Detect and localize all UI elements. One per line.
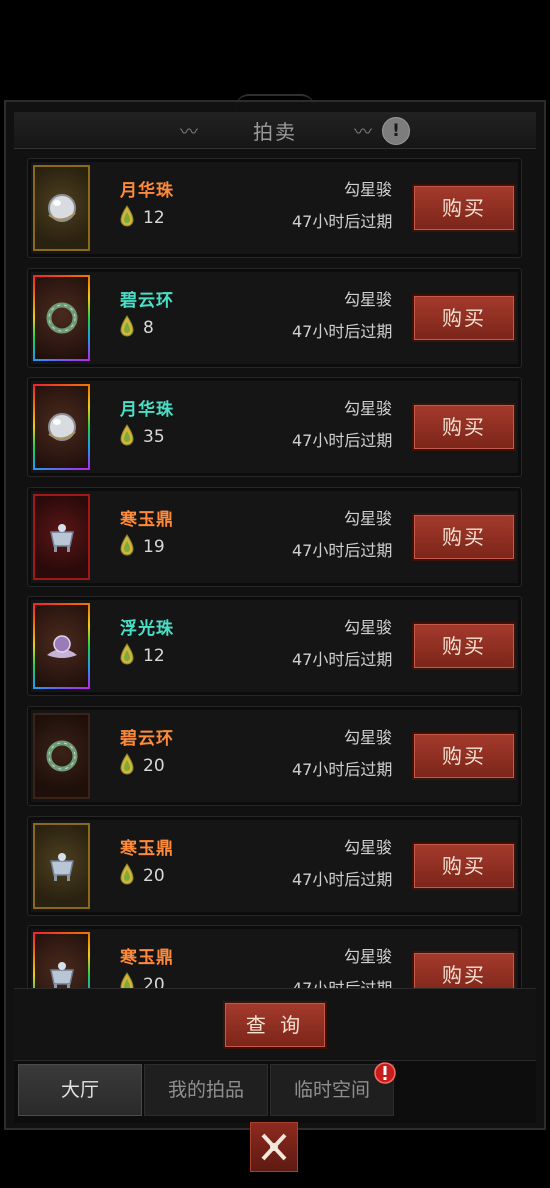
item-thumbnail[interactable] — [33, 603, 90, 690]
seller-name: 勾星骏 — [344, 837, 393, 857]
buy-button[interactable]: 购买 — [414, 734, 514, 778]
item-name: 月华珠 — [120, 400, 174, 421]
auction-list[interactable]: 月华珠 12 勾星骏 47小时后过期 购买 碧云环 8 勾星骏 47小时后过期 购买 月华珠 35 勾星… — [14, 150, 536, 988]
item-name: 碧云环 — [120, 290, 174, 311]
auction-row: 月华珠 35 勾星骏 47小时后过期 购买 — [27, 377, 522, 478]
seller-name: 勾星骏 — [344, 508, 393, 528]
expiry-text: 47小时后过期 — [292, 212, 393, 231]
item-price: 35 — [143, 427, 165, 448]
jade-drop-icon — [120, 972, 134, 988]
item-price: 19 — [143, 536, 165, 557]
item-price: 8 — [143, 317, 154, 338]
buy-button[interactable]: 购买 — [414, 624, 514, 669]
expiry-text: 47小时后过期 — [292, 431, 393, 451]
buy-button[interactable]: 购买 — [414, 514, 514, 559]
expiry-text: 47小时后过期 — [292, 321, 393, 341]
cloud-ornament-icon: 〰 — [180, 122, 198, 143]
item-name: 寒玉鼎 — [120, 948, 174, 969]
page-title: 拍卖 — [253, 120, 297, 144]
item-thumbnail[interactable] — [33, 384, 90, 471]
buy-button[interactable]: 购买 — [414, 405, 514, 450]
top-ornament — [235, 94, 315, 108]
jade-drop-icon — [120, 533, 134, 556]
jade-drop-icon — [120, 205, 134, 227]
seller-name: 勾星骏 — [344, 728, 393, 747]
auction-row: 寒玉鼎 20 勾星骏 47小时后过期 购买 — [27, 815, 522, 916]
item-thumbnail[interactable] — [33, 932, 90, 988]
seller-name: 勾星骏 — [344, 399, 393, 419]
expiry-text: 47小时后过期 — [292, 650, 393, 670]
buy-button[interactable]: 购买 — [414, 295, 514, 340]
buy-button[interactable]: 购买 — [414, 953, 514, 988]
item-price: 12 — [143, 208, 165, 228]
jade-drop-icon — [120, 424, 134, 446]
item-price: 20 — [143, 865, 165, 886]
item-name: 月华珠 — [120, 181, 174, 201]
jade-drop-icon — [120, 643, 134, 665]
item-thumbnail[interactable] — [33, 493, 90, 580]
buy-button[interactable]: 购买 — [414, 186, 514, 230]
cloud-ornament-icon: 〰 — [354, 122, 372, 143]
auction-row: 寒玉鼎 19 勾星骏 47小时后过期 购买 — [27, 486, 522, 587]
info-icon[interactable]: ! — [382, 117, 410, 145]
item-price: 20 — [143, 756, 165, 776]
item-price: 12 — [143, 646, 165, 667]
item-thumbnail[interactable] — [33, 713, 90, 799]
item-name: 浮光珠 — [120, 619, 174, 640]
jade-drop-icon — [120, 862, 134, 885]
seller-name: 勾星骏 — [344, 180, 393, 199]
auction-row: 碧云环 20 勾星骏 47小时后过期 购买 — [27, 706, 522, 806]
item-name: 碧云环 — [120, 729, 174, 749]
expiry-text: 47小时后过期 — [292, 540, 393, 560]
auction-row: 浮光珠 12 勾星骏 47小时后过期 购买 — [27, 596, 522, 697]
crossed-tools-icon — [261, 1133, 287, 1161]
item-thumbnail[interactable] — [33, 822, 90, 909]
jade-drop-icon — [120, 314, 134, 337]
buy-button[interactable]: 购买 — [414, 843, 514, 888]
auction-row: 碧云环 8 勾星骏 47小时后过期 购买 — [27, 267, 522, 368]
item-name: 寒玉鼎 — [120, 838, 174, 859]
alert-badge-icon — [374, 1062, 396, 1084]
jade-drop-icon — [120, 753, 134, 775]
expiry-text: 47小时后过期 — [292, 869, 393, 889]
seller-name: 勾星骏 — [344, 947, 393, 967]
item-thumbnail[interactable] — [33, 165, 90, 251]
item-price: 20 — [143, 975, 165, 988]
expiry-text: 47小时后过期 — [292, 760, 393, 779]
item-name: 寒玉鼎 — [120, 509, 174, 530]
item-thumbnail[interactable] — [33, 274, 90, 361]
query-button[interactable]: 查 询 — [225, 1003, 325, 1047]
expiry-text: 47小时后过期 — [292, 975, 392, 988]
tab-my-items[interactable]: 我的拍品 — [144, 1064, 268, 1116]
auction-row: 寒玉鼎 20 勾星骏 47小时后过期 购买 — [27, 925, 522, 988]
auction-row: 月华珠 12 勾星骏 47小时后过期 购买 — [27, 158, 522, 258]
close-button[interactable] — [250, 1122, 298, 1172]
tab-hall[interactable]: 大厅 — [18, 1064, 142, 1116]
seller-name: 勾星骏 — [344, 618, 393, 638]
seller-name: 勾星骏 — [344, 289, 393, 309]
